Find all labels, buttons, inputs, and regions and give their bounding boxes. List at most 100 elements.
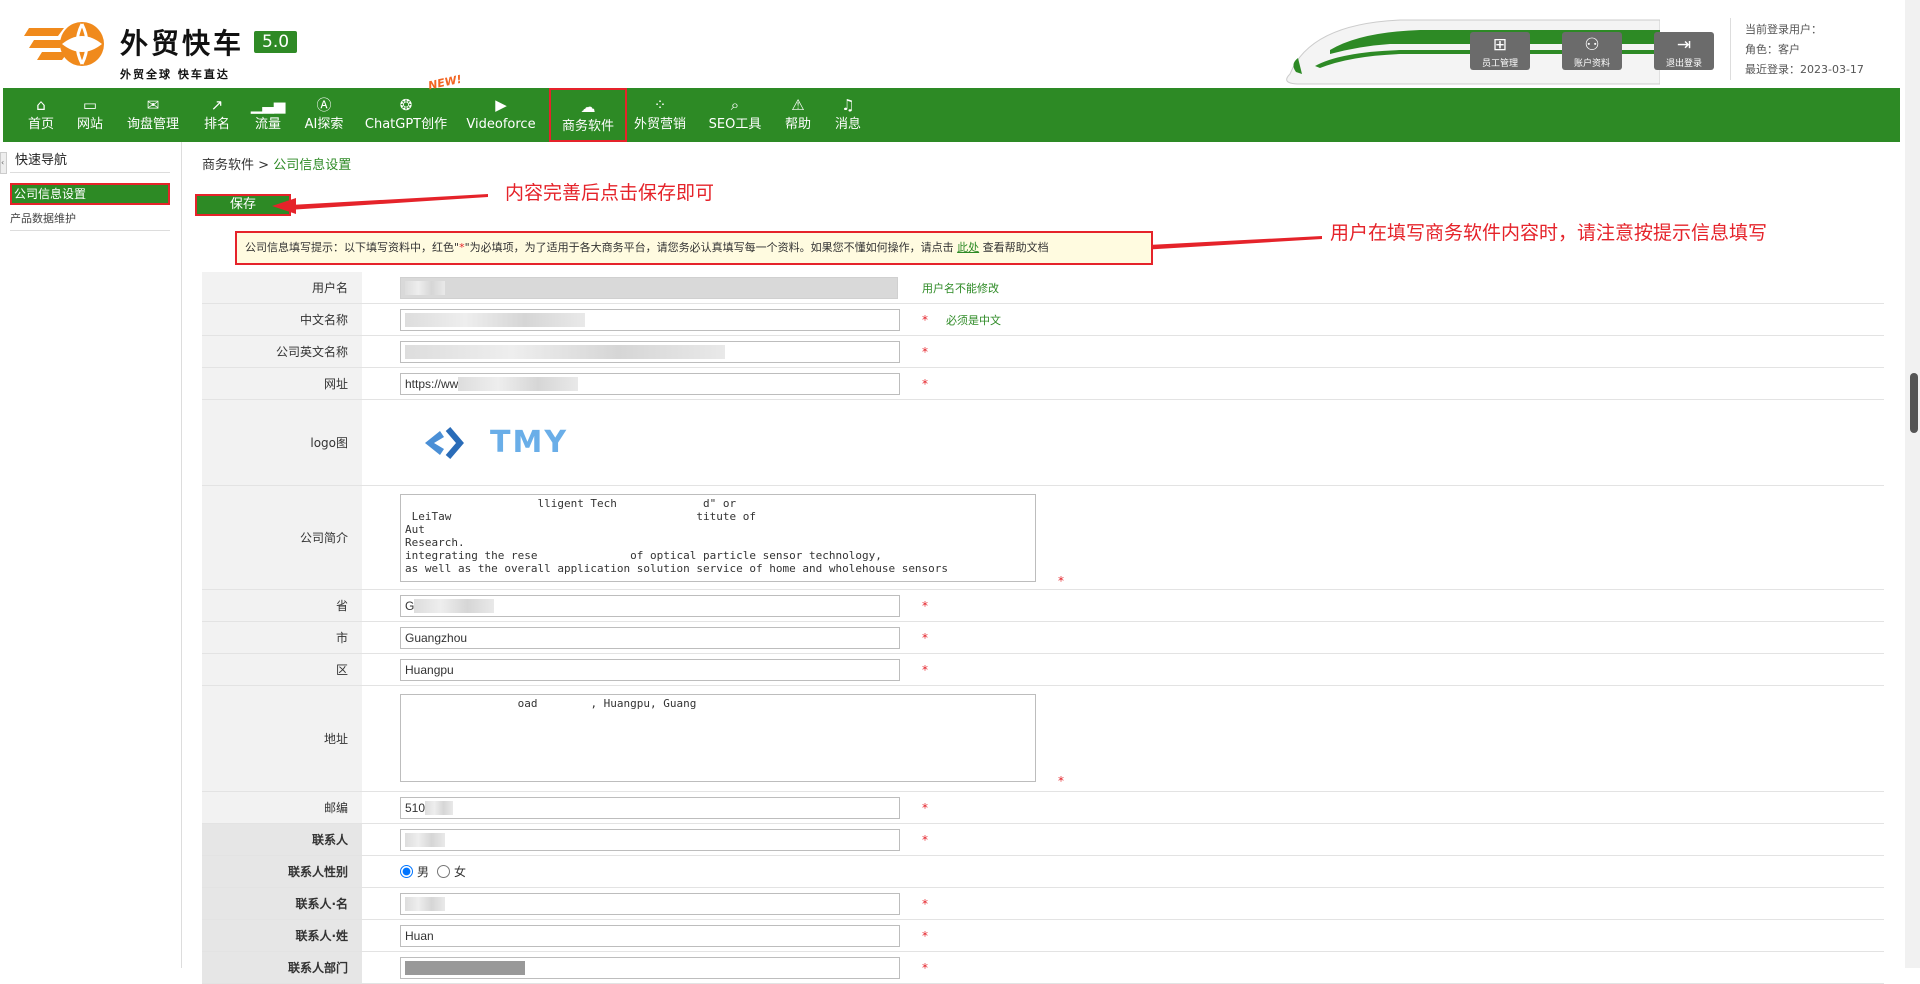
row-cn-name: 中文名称 * 必须是中文 — [202, 304, 1884, 336]
nav-website[interactable]: ▭ 网站 — [71, 88, 109, 142]
required-mark: * — [922, 312, 928, 327]
nav-inquiry[interactable]: ✉ 询盘管理 — [123, 88, 183, 142]
nav-label: AI探索 — [304, 117, 344, 132]
last-name-field[interactable]: Huan — [400, 924, 900, 947]
nav-videoforce[interactable]: ▶ Videoforce — [465, 88, 537, 142]
province-field[interactable]: G — [400, 594, 900, 617]
main-nav: ⌂ 首页 ▭ 网站 ✉ 询盘管理 ↗ 排名 ▁▃▅ 流量 Ⓐ AI探索 ❂ ChatGPT创作… — [3, 88, 1900, 142]
gender-label: 联系人性别 — [202, 856, 362, 887]
district-label: 区 — [202, 654, 362, 685]
required-mark: * — [1058, 774, 1064, 788]
logout-button[interactable]: ⇥ 退出登录 — [1654, 32, 1714, 70]
city-field[interactable]: Guangzhou — [400, 626, 900, 649]
sidebar-item-company-info[interactable]: 公司信息设置 — [10, 183, 170, 205]
brand: 外贸快车 5.0 外贸全球 快车直达 — [120, 22, 298, 82]
address-label: 地址 — [202, 686, 362, 791]
page-scrollbar[interactable] — [1905, 0, 1920, 968]
sidebar-item-product-data[interactable]: 产品数据维护 — [10, 210, 170, 231]
company-logo-icon — [425, 426, 464, 459]
redacted — [425, 801, 454, 816]
row-district: 区 Huangpu * — [202, 654, 1884, 686]
address-textarea[interactable] — [400, 694, 1036, 782]
nav-traffic[interactable]: ▁▃▅ 流量 — [249, 88, 287, 142]
nav-business-software[interactable]: ☁ 商务软件 — [549, 88, 627, 142]
brand-version: 5.0 — [254, 31, 298, 53]
help-link[interactable]: 此处 — [957, 241, 979, 254]
current-user: 当前登录用户： — [1745, 23, 1822, 36]
required-mark: * — [922, 928, 928, 943]
breadcrumb-current: 公司信息设置 — [273, 158, 352, 173]
nav-messages[interactable]: ♫ 消息 — [831, 88, 865, 142]
zip-field[interactable]: 510 — [400, 796, 900, 819]
website-label: 网址 — [202, 368, 362, 399]
nav-marketing[interactable]: ⁘ 外贸营销 — [631, 88, 689, 142]
en-name-label: 公司英文名称 — [202, 336, 362, 367]
gender-male-label: 男 — [417, 865, 430, 879]
row-username: 用户名 用户名不能修改 — [202, 272, 1884, 304]
required-mark: * — [922, 344, 928, 359]
breadcrumb-separator: > — [254, 158, 274, 173]
contact-field[interactable] — [400, 828, 900, 851]
home-icon: ⌂ — [36, 96, 46, 114]
intro-textarea[interactable] — [400, 494, 1036, 582]
district-field[interactable]: Huangpu — [400, 658, 900, 681]
gender-cell: 男 女 — [400, 856, 474, 887]
staff-icon: ⊞ — [1492, 35, 1508, 55]
chatgpt-icon: ❂ — [399, 96, 413, 114]
nav-home[interactable]: ⌂ 首页 — [23, 88, 59, 142]
gender-female-input[interactable] — [437, 865, 451, 878]
en-name-field[interactable] — [400, 340, 900, 363]
sidebar-collapse-icon[interactable]: ‹ — [0, 152, 7, 174]
nav-label: 流量 — [254, 117, 281, 132]
required-mark: * — [922, 630, 928, 645]
logout-icon: ⇥ — [1676, 35, 1692, 55]
last-name-label: 联系人·姓 — [202, 920, 362, 951]
save-button[interactable]: 保存 — [191, 192, 295, 218]
nav-help[interactable]: ⚠ 帮助 — [781, 88, 815, 142]
staff-management-label: 员工管理 — [1481, 59, 1518, 69]
sidebar-title: 快速导航 — [15, 153, 68, 168]
tip-prefix: 公司信息填写提示：以下填写资料中，红色" — [245, 241, 460, 254]
marketing-icon: ⁘ — [653, 96, 667, 114]
required-mark: * — [922, 376, 928, 391]
nav-label: Videoforce — [466, 117, 536, 132]
scrollbar-thumb[interactable] — [1910, 373, 1918, 433]
logout-label: 退出登录 — [1665, 59, 1702, 69]
city-label: 市 — [202, 622, 362, 653]
account-icon: ⚇ — [1584, 35, 1600, 55]
website-icon: ▭ — [82, 96, 98, 114]
nav-ai-explore[interactable]: Ⓐ AI探索 — [299, 88, 349, 142]
company-logo-text: TMY — [490, 425, 569, 460]
zip-label: 邮编 — [202, 792, 362, 823]
nav-ranking[interactable]: ↗ 排名 — [198, 88, 236, 142]
redacted — [405, 897, 445, 912]
row-zip: 邮编 510 * — [202, 792, 1884, 824]
website-cell: https://ww * — [400, 368, 928, 399]
username-field — [400, 276, 898, 299]
gender-male-radio[interactable]: 男 — [400, 863, 429, 880]
cn-name-field[interactable] — [400, 308, 900, 331]
last-login: 最近登录：2023-03-17 — [1745, 63, 1864, 76]
account-info-button[interactable]: ⚇ 账户资料 — [1562, 32, 1622, 70]
gender-male-input[interactable] — [400, 865, 413, 878]
row-intro: 公司简介 * — [202, 486, 1884, 590]
staff-management-button[interactable]: ⊞ 员工管理 — [1470, 32, 1530, 70]
en-name-cell: * — [400, 336, 928, 367]
nav-seo-tools[interactable]: ⌕ SEO工具 — [705, 88, 765, 142]
tip-annotation: 用户在填写商务软件内容时，请注意按提示信息填写 — [1330, 222, 1768, 244]
intro-cell: * — [400, 486, 1064, 589]
nav-chatgpt[interactable]: ❂ ChatGPT创作 — [363, 88, 449, 142]
gender-female-radio[interactable]: 女 — [437, 863, 466, 880]
contact-label: 联系人 — [202, 824, 362, 855]
search-icon: ⌕ — [730, 96, 740, 114]
website-field[interactable]: https://ww — [400, 372, 900, 395]
traffic-icon: ▁▃▅ — [250, 96, 286, 114]
province-label: 省 — [202, 590, 362, 621]
breadcrumb-parent[interactable]: 商务软件 — [202, 158, 254, 173]
row-province: 省 G * — [202, 590, 1884, 622]
breadcrumb: 商务软件 > 公司信息设置 — [202, 154, 351, 173]
redacted — [458, 377, 579, 392]
logo-cell: TMY — [420, 400, 568, 485]
nav-label: 网站 — [76, 117, 103, 132]
first-name-field[interactable] — [400, 892, 900, 915]
